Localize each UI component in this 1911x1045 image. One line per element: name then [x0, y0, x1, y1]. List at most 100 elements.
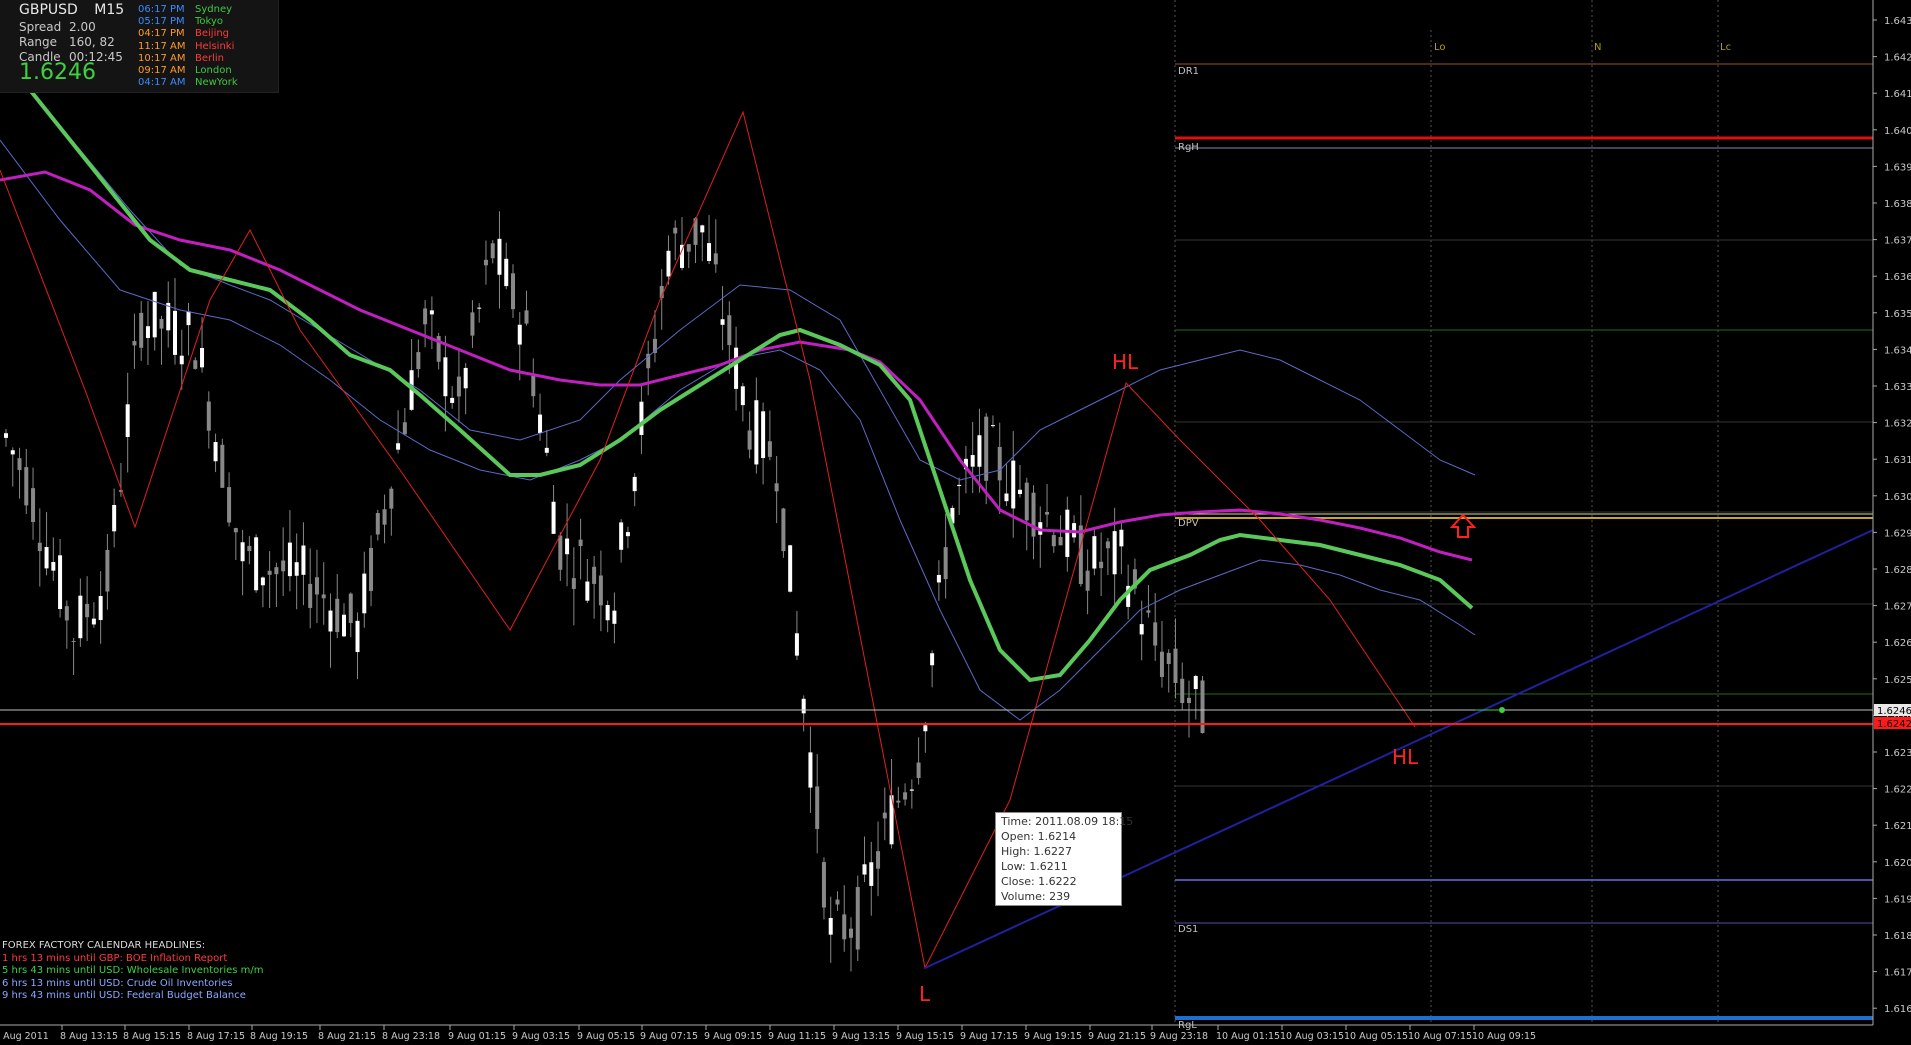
candle-body[interactable] — [794, 633, 799, 656]
candle-body[interactable] — [544, 447, 549, 453]
candle-body[interactable] — [747, 430, 752, 450]
candle-body[interactable] — [85, 603, 90, 618]
candle-body[interactable] — [145, 326, 150, 338]
candle-body[interactable] — [1051, 535, 1056, 547]
candle-body[interactable] — [1031, 492, 1036, 537]
candle-body[interactable] — [37, 542, 42, 552]
candle-body[interactable] — [1139, 624, 1144, 635]
candle-body[interactable] — [375, 513, 380, 535]
candle-body[interactable] — [876, 851, 881, 869]
candle-body[interactable] — [328, 610, 333, 632]
candle-body[interactable] — [788, 545, 793, 592]
candle-body[interactable] — [835, 899, 840, 905]
candle-body[interactable] — [1004, 493, 1009, 502]
candle-body[interactable] — [1159, 651, 1164, 677]
candle-body[interactable] — [274, 567, 279, 575]
candle-body[interactable] — [450, 397, 455, 403]
candle-body[interactable] — [1011, 460, 1016, 509]
candle-body[interactable] — [632, 476, 637, 492]
candle-body[interactable] — [930, 653, 935, 666]
candle-body[interactable] — [1058, 536, 1063, 546]
candle-body[interactable] — [754, 400, 759, 465]
candle-body[interactable] — [396, 443, 401, 450]
candle-body[interactable] — [213, 442, 218, 462]
candle-body[interactable] — [1180, 678, 1185, 704]
candle-body[interactable] — [260, 577, 265, 586]
candle-body[interactable] — [957, 484, 962, 487]
candle-body[interactable] — [1085, 570, 1090, 591]
candle-body[interactable] — [842, 914, 847, 940]
candle-body[interactable] — [281, 560, 286, 572]
candle-body[interactable] — [943, 547, 948, 580]
candle-body[interactable] — [497, 238, 502, 275]
candle-body[interactable] — [740, 386, 745, 406]
candle-body[interactable] — [1065, 509, 1070, 557]
candle-body[interactable] — [10, 450, 15, 455]
candle-body[interactable] — [247, 545, 252, 552]
candle-body[interactable] — [713, 253, 718, 265]
candle-body[interactable] — [680, 244, 684, 268]
candle-body[interactable] — [294, 562, 299, 576]
candle-body[interactable] — [348, 593, 353, 623]
candle-body[interactable] — [909, 789, 914, 791]
candle-body[interactable] — [916, 762, 921, 779]
candle-body[interactable] — [720, 319, 725, 325]
candle-body[interactable] — [558, 535, 563, 570]
candle-body[interactable] — [565, 538, 570, 555]
candle-body[interactable] — [112, 504, 117, 532]
candle-body[interactable] — [538, 414, 543, 433]
candle-body[interactable] — [592, 566, 597, 584]
candle-body[interactable] — [389, 488, 394, 509]
candle-body[interactable] — [855, 887, 860, 950]
candle-body[interactable] — [463, 367, 468, 389]
candle-body[interactable] — [605, 604, 610, 621]
candle-body[interactable] — [707, 243, 712, 262]
candle-body[interactable] — [17, 458, 22, 470]
candle-body[interactable] — [308, 583, 313, 608]
candle-body[interactable] — [254, 537, 259, 591]
candle-body[interactable] — [734, 347, 739, 389]
candle-body[interactable] — [619, 522, 624, 550]
candle-body[interactable] — [896, 800, 901, 803]
price-chart[interactable]: 1.6435 1.6425 1.6415 1.6405 1.6395 1.6385 1.63… — [0, 0, 1911, 1045]
candle-body[interactable] — [58, 555, 63, 610]
candle-body[interactable] — [402, 422, 407, 435]
candle-body[interactable] — [132, 341, 137, 346]
candle-body[interactable] — [355, 620, 360, 653]
candle-body[interactable] — [443, 357, 448, 397]
candle-body[interactable] — [267, 570, 272, 575]
candle-body[interactable] — [24, 467, 29, 506]
candle-body[interactable] — [612, 610, 617, 624]
candle-body[interactable] — [220, 444, 225, 488]
candle-body[interactable] — [105, 549, 110, 592]
candle-body[interactable] — [139, 312, 144, 348]
candle-body[interactable] — [240, 542, 245, 562]
candle-body[interactable] — [125, 404, 130, 437]
candle-body[interactable] — [91, 618, 96, 625]
candle-body[interactable] — [1024, 482, 1029, 521]
candle-body[interactable] — [51, 562, 56, 571]
candle-body[interactable] — [1119, 529, 1124, 547]
candle-body[interactable] — [1112, 531, 1117, 575]
candle-body[interactable] — [1045, 511, 1050, 515]
candle-body[interactable] — [639, 401, 644, 435]
candle-body[interactable] — [673, 227, 678, 234]
candle-body[interactable] — [517, 324, 522, 345]
candle-body[interactable] — [990, 425, 995, 427]
candle-body[interactable] — [997, 446, 1002, 481]
candle-body[interactable] — [511, 273, 515, 310]
candle-body[interactable] — [903, 792, 908, 800]
candle-body[interactable] — [44, 547, 49, 569]
candle-body[interactable] — [490, 243, 495, 259]
candle-body[interactable] — [477, 307, 482, 309]
candle-body[interactable] — [984, 416, 989, 481]
candle-body[interactable] — [1099, 561, 1104, 569]
candle-body[interactable] — [970, 455, 975, 467]
candle-body[interactable] — [585, 581, 590, 601]
candle-body[interactable] — [287, 542, 292, 577]
candle-body[interactable] — [1173, 648, 1178, 683]
candle-body[interactable] — [936, 574, 941, 583]
candle-body[interactable] — [179, 355, 184, 365]
candle-body[interactable] — [1153, 622, 1158, 646]
candle-body[interactable] — [666, 250, 671, 277]
